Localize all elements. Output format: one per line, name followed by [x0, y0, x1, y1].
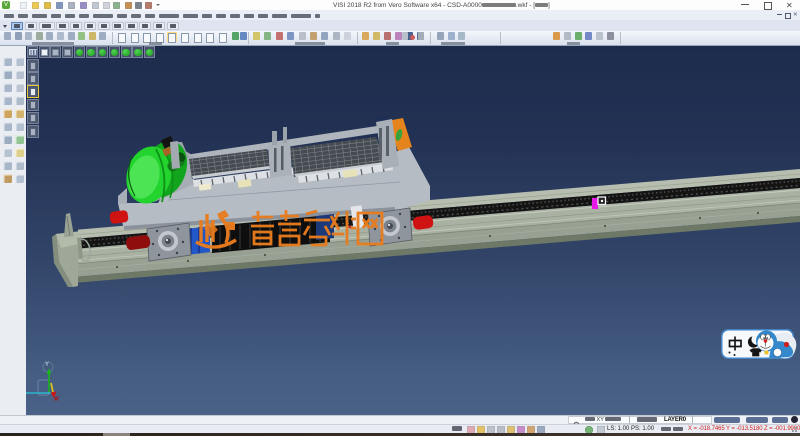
- svg-text:Y: Y: [45, 362, 49, 368]
